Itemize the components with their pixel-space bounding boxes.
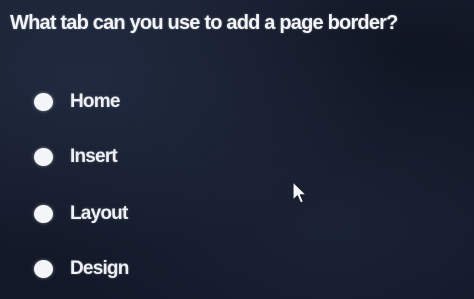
option-label: Design — [70, 258, 129, 279]
radio-button-icon[interactable] — [34, 148, 53, 166]
radio-button-icon[interactable] — [34, 205, 53, 223]
mouse-pointer-icon — [292, 181, 307, 204]
option-design[interactable]: Design — [34, 257, 129, 281]
radio-button-icon[interactable] — [34, 260, 53, 278]
option-label: Layout — [70, 203, 128, 224]
option-insert[interactable]: Insert — [34, 145, 118, 169]
quiz-screen: What tab can you use to add a page borde… — [0, 0, 474, 299]
option-label: Home — [70, 91, 120, 112]
option-layout[interactable]: Layout — [34, 202, 128, 226]
option-label: Insert — [70, 146, 118, 167]
radio-button-icon[interactable] — [34, 93, 53, 111]
option-home[interactable]: Home — [34, 90, 120, 114]
question-text: What tab can you use to add a page borde… — [10, 12, 398, 34]
